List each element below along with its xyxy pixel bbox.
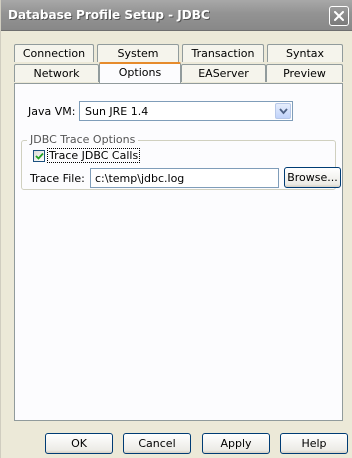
java-vm-select[interactable]: Sun JRE 1.4 <box>79 101 293 121</box>
java-vm-value: Sun JRE 1.4 <box>85 105 149 118</box>
cancel-button[interactable]: Cancel <box>123 433 191 454</box>
trace-options-title: JDBC Trace Options <box>27 133 139 146</box>
close-button[interactable] <box>329 6 349 26</box>
trace-file-value: c:\temp\jdbc.log <box>95 172 185 185</box>
trace-jdbc-checkbox[interactable] <box>33 150 45 162</box>
browse-button[interactable]: Browse... <box>284 167 341 188</box>
tab-system[interactable]: System <box>97 44 179 62</box>
tab-options[interactable]: Options <box>99 62 181 83</box>
tab-transaction[interactable]: Transaction <box>182 44 264 62</box>
checkmark-icon <box>35 152 44 160</box>
trace-jdbc-label[interactable]: Trace JDBC Calls <box>47 148 141 163</box>
help-button[interactable]: Help <box>280 433 348 454</box>
chevron-down-icon <box>279 108 288 115</box>
tab-preview[interactable]: Preview <box>266 64 343 82</box>
tab-syntax[interactable]: Syntax <box>267 44 343 62</box>
java-vm-label: Java VM: <box>28 105 76 118</box>
tab-connection[interactable]: Connection <box>14 44 94 62</box>
trace-file-label: Trace File: <box>30 172 85 185</box>
trace-file-input[interactable]: c:\temp\jdbc.log <box>90 168 279 188</box>
title-bar[interactable]: Database Profile Setup - JDBC <box>1 0 352 31</box>
tab-network[interactable]: Network <box>14 64 99 82</box>
ok-button[interactable]: OK <box>45 433 113 454</box>
close-icon <box>334 11 344 21</box>
apply-button[interactable]: Apply <box>202 433 270 454</box>
java-vm-dropdown-button[interactable] <box>275 103 291 119</box>
window-title: Database Profile Setup - JDBC <box>8 8 210 22</box>
dialog-window: Database Profile Setup - JDBC Connection… <box>0 0 352 458</box>
tab-easerver[interactable]: EAServer <box>181 64 266 82</box>
